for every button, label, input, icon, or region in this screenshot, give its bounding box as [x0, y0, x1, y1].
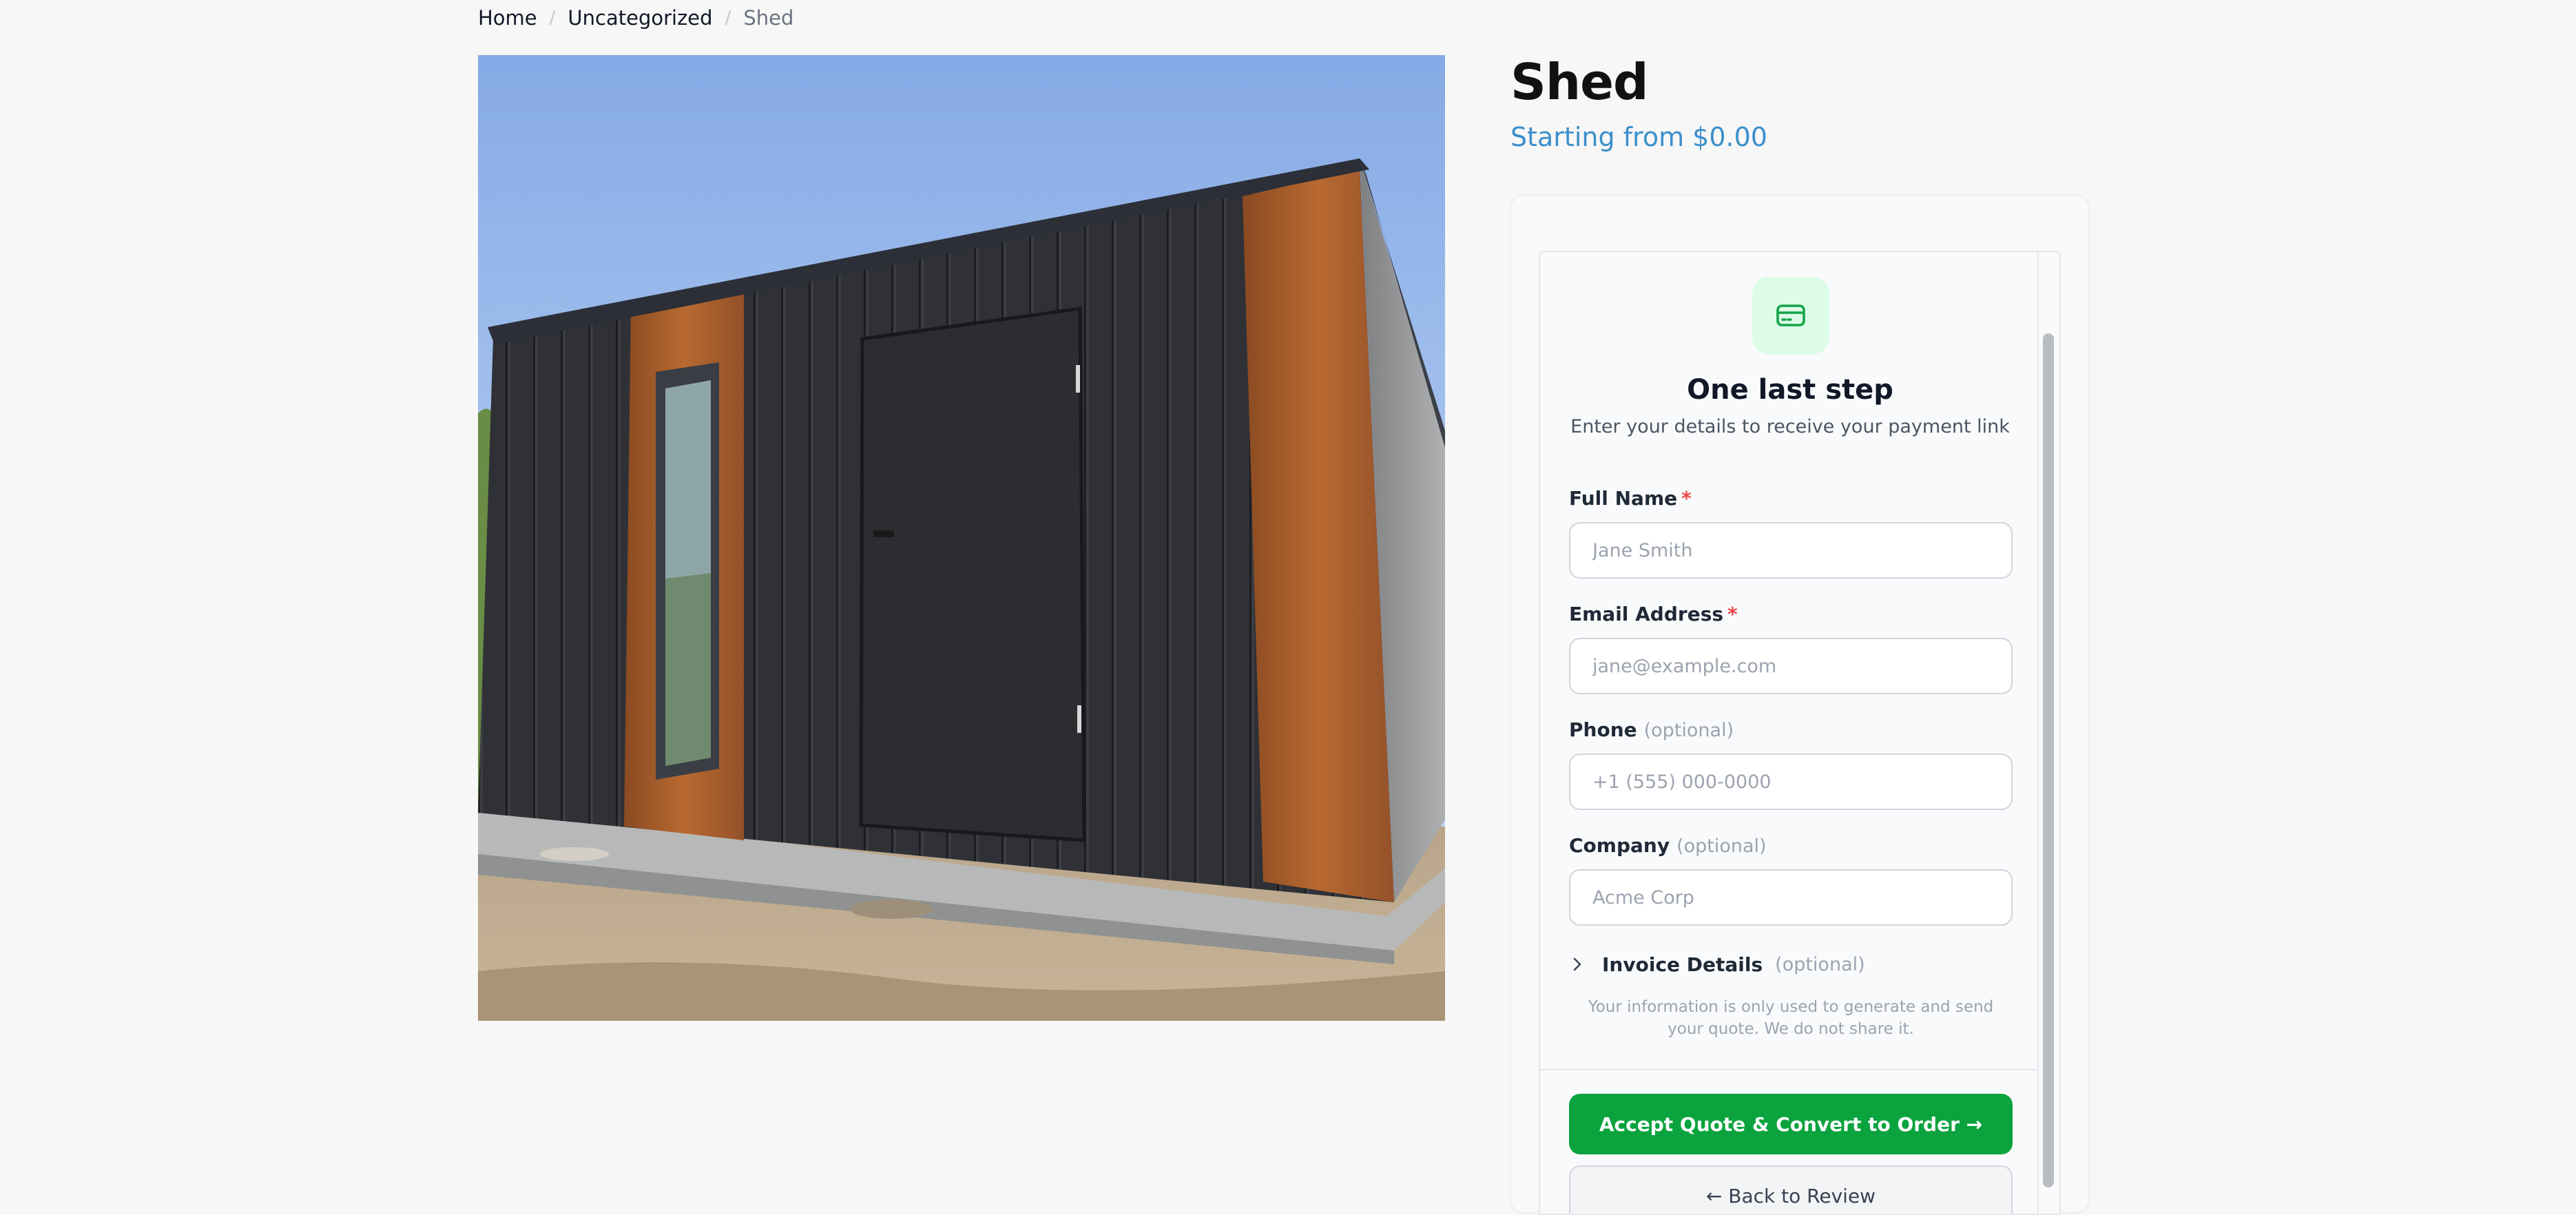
invoice-details-toggle[interactable]: Invoice Details (optional): [1569, 949, 1865, 979]
optional-hint: (optional): [1775, 953, 1865, 975]
company-label: Company (optional): [1569, 832, 1767, 860]
phone-input[interactable]: [1569, 754, 2013, 810]
optional-hint: (optional): [1676, 835, 1767, 857]
phone-label-text: Phone: [1569, 718, 1637, 741]
breadcrumb-separator: /: [725, 8, 731, 28]
full-name-label: Full Name *: [1569, 485, 1692, 512]
phone-label: Phone (optional): [1569, 716, 1734, 745]
breadcrumb-category-link[interactable]: Uncategorized: [568, 6, 712, 30]
company-input[interactable]: [1569, 869, 2013, 926]
breadcrumb-separator: /: [549, 8, 556, 28]
breadcrumb-current: Shed: [743, 6, 794, 30]
email-label-text: Email Address: [1569, 603, 1724, 625]
credit-card-icon: [1776, 304, 1805, 326]
product-image[interactable]: [478, 55, 1445, 1021]
email-label: Email Address *: [1569, 601, 1738, 628]
form-scrollbar[interactable]: [2037, 252, 2059, 1214]
invoice-details-label: Invoice Details: [1602, 953, 1763, 976]
full-name-label-text: Full Name: [1569, 487, 1678, 510]
checkout-form-panel: One last step Enter your details to rece…: [1539, 251, 2061, 1215]
optional-hint: (optional): [1643, 720, 1734, 741]
back-to-review-button[interactable]: ← Back to Review: [1569, 1165, 2013, 1214]
email-input[interactable]: [1569, 638, 2013, 694]
product-title: Shed: [1510, 53, 1648, 111]
payment-badge: [1752, 277, 1829, 354]
product-price: Starting from $0.00: [1510, 122, 1767, 152]
shed-photo: [478, 55, 1445, 1021]
full-name-input[interactable]: [1569, 522, 2013, 579]
form-heading: One last step: [1687, 374, 1893, 406]
form-divider: [1540, 1069, 2040, 1070]
chevron-right-icon: [1569, 956, 1594, 973]
required-mark: *: [1681, 487, 1692, 510]
scrollbar-thumb[interactable]: [2043, 333, 2054, 1187]
breadcrumb-home-link[interactable]: Home: [478, 6, 537, 30]
company-label-text: Company: [1569, 834, 1670, 857]
breadcrumb: Home / Uncategorized / Shed: [478, 4, 793, 32]
required-mark: *: [1727, 603, 1738, 625]
form-subheading: Enter your details to receive your payme…: [1570, 416, 2010, 437]
accept-quote-button[interactable]: Accept Quote & Convert to Order →: [1569, 1094, 2013, 1154]
privacy-note: Your information is only used to generat…: [1588, 998, 1994, 1038]
